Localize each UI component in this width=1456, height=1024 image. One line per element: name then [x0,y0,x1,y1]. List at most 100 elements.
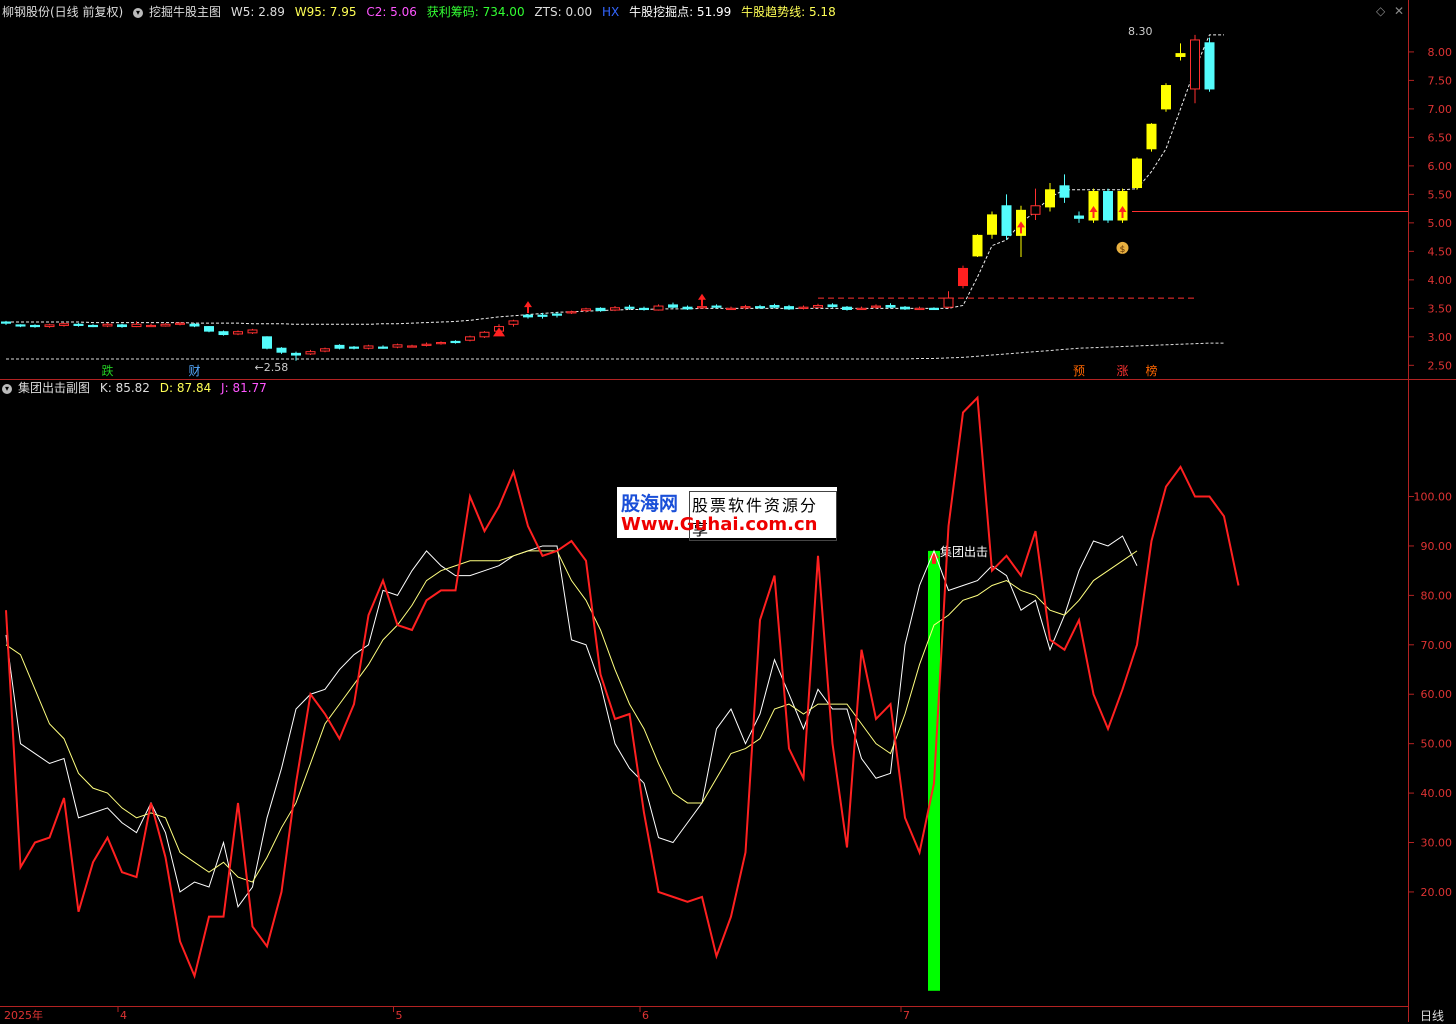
profit-chips-value: 获利筹码: 734.00 [426,5,525,19]
candle-body [871,305,881,308]
candle-body [755,306,765,309]
j-value: J: 81.77 [221,381,267,395]
date-tick-label: 2025年 [4,1008,43,1022]
buy-arrow-icon [524,301,532,314]
candle-body [349,346,359,349]
c2-value: C2: 5.06 [366,5,417,19]
candle-body [291,352,301,356]
sub-header: ▾ 集团出击副图 K: 85.82 D: 87.84 J: 81.77 [2,379,273,397]
candle-body [117,324,127,328]
date-tick-label: 7 [903,1009,910,1022]
candle-body [523,314,533,318]
candle-body [262,336,272,349]
candle-body [798,306,809,309]
candle-body [711,305,722,308]
watermark-url: Www.Guhai.com.cn [621,514,818,535]
candle-body [682,306,693,310]
main-header: 柳钢股份(日线 前复权) ▾ 挖掘牛股主图 W5: 2.89 W95: 7.95 … [2,3,842,21]
osc-tick-label: 100.00 [1414,491,1453,504]
candle-body [784,306,794,310]
price-tick-label: 2.50 [1428,359,1453,372]
zts-value: ZTS: 0.00 [534,5,593,19]
indicator-name[interactable]: 挖掘牛股主图 [149,5,221,19]
close-icon[interactable]: ✕ [1394,4,1404,18]
date-tick-label: 4 [120,1009,127,1022]
stock-name[interactable]: 柳钢股份(日线 前复权) [2,5,123,19]
candle-body [1175,53,1186,57]
candle-body [914,307,925,311]
candle-body [1132,158,1142,189]
candle-body [146,324,156,328]
series-k-line [5,535,1138,908]
candle-body [131,323,142,328]
event-marker: 跌 [101,363,113,378]
candle-body [1161,85,1171,110]
candle-body [697,306,707,309]
candle-body [175,322,185,325]
hx-label: HX [602,5,620,19]
osc-tick-label: 30.00 [1421,837,1453,850]
candle-body [204,326,214,332]
price-tick-label: 3.50 [1428,302,1453,315]
candle-body [421,343,432,346]
candle-body [305,351,316,355]
date-tick-label: 6 [642,1009,649,1022]
price-tick-label: 7.00 [1428,103,1453,116]
candle-body [15,324,26,327]
candle-body [1190,39,1200,90]
candle-body [1204,42,1215,90]
candle-body [769,304,780,308]
candle-body [1074,215,1084,219]
candle-body [943,297,954,308]
candle-body [320,348,330,352]
candle-body [595,307,606,312]
candle-body [30,324,40,328]
price-tick-label: 8.00 [1428,46,1453,59]
trend-line-value: 牛股趋势线: 5.18 [741,5,836,19]
candle-body [900,306,910,310]
candle-body [929,307,939,311]
period-label[interactable]: 日线 [1420,1007,1444,1024]
candle-body [73,323,84,326]
watermark: 股海网 股票软件资源分享 Www.Guhai.com.cn [617,487,837,541]
candle-body [537,314,548,317]
k-value: K: 85.82 [99,381,150,395]
osc-tick-label: 80.00 [1421,589,1453,602]
candle-body [247,329,258,334]
price-tick-label: 6.00 [1428,160,1453,173]
date-tick-label: 5 [396,1009,403,1022]
sub-indicator-name[interactable]: 集团出击副图 [18,381,90,395]
w95-value: W95: 7.95 [294,5,357,19]
osc-tick-label: 40.00 [1421,787,1453,800]
money-bag-symbol: $ [1120,245,1126,255]
candle-body [827,304,838,308]
candle-body [479,331,490,338]
price-tick-label: 3.00 [1428,331,1453,344]
w5-value: W5: 2.89 [230,5,285,19]
osc-tick-label: 70.00 [1421,639,1453,652]
series-d-line [5,550,1138,883]
candle-body [842,306,852,310]
price-tick-label: 6.50 [1428,131,1453,144]
candle-body [639,307,649,311]
candle-body [1045,189,1055,208]
osc-tick-label: 50.00 [1421,738,1453,751]
diamond-icon[interactable]: ◇ [1376,4,1385,18]
event-marker: 财 [188,364,200,378]
candle-body [1,321,11,324]
event-marker: 预 [1073,364,1085,378]
dig-point-value: 牛股挖掘点: 51.99 [629,5,732,19]
candle-body [1059,185,1070,198]
candle-body [59,323,69,326]
candle-body [378,346,388,349]
candle-body [436,342,446,345]
candle-body [726,307,736,311]
candle-body [552,313,562,316]
buy-arrow-icon [698,293,706,306]
candle-body [44,324,55,328]
sub-indicator-dropdown-icon[interactable]: ▾ [2,383,12,394]
candle-body [1001,205,1012,236]
candle-body [958,267,968,287]
indicator-dropdown-icon[interactable]: ▾ [133,7,144,18]
price-tick-label: 5.50 [1428,188,1453,201]
